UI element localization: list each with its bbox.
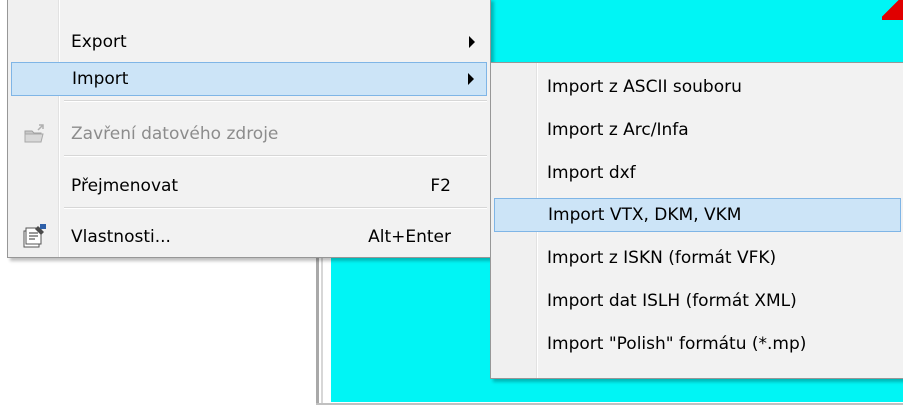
menu-item-properties[interactable]: Vlastnosti... Alt+Enter: [11, 220, 487, 254]
submenu-item-import-vtx-dkm-vkm[interactable]: Import VTX, DKM, VKM: [494, 198, 901, 232]
menu-item-label: Import dxf: [547, 163, 636, 183]
menu-item-label: Zavření datového zdroje: [71, 124, 279, 144]
map-feature-corner: [882, 0, 903, 20]
menu-item-label: Import z ISKN (formát VFK): [547, 248, 777, 268]
submenu-item-import-dxf[interactable]: Import dxf: [494, 156, 901, 190]
menu-item-label: Import "Polish" formátu (*.mp): [547, 334, 807, 354]
menu-item-shortcut: Alt+Enter: [368, 227, 451, 247]
menu-item-shortcut: F2: [430, 176, 451, 196]
submenu-item-import-ascii[interactable]: Import z ASCII souboru: [494, 70, 901, 104]
menu-item-export[interactable]: Export: [11, 25, 487, 59]
menu-item-close-data-source[interactable]: Zavření datového zdroje: [11, 117, 487, 151]
menu-separator: [64, 100, 487, 102]
context-menu: Export Import Zavření datového zdroje Př…: [7, 0, 491, 258]
menu-item-label: Import z ASCII souboru: [547, 77, 742, 97]
submenu-arrow-icon: [469, 36, 475, 48]
menu-item-import[interactable]: Import: [11, 62, 487, 96]
menu-separator: [64, 207, 487, 209]
menu-item-label: Import dat ISLH (formát XML): [547, 291, 797, 311]
menu-item-label: Import VTX, DKM, VKM: [548, 205, 742, 225]
submenu-item-import-islh[interactable]: Import dat ISLH (formát XML): [494, 284, 901, 318]
screen: Export Import Zavření datového zdroje Př…: [0, 0, 903, 405]
menu-separator: [64, 155, 487, 157]
submenu-item-import-iskn[interactable]: Import z ISKN (formát VFK): [494, 241, 901, 275]
menu-item-label: Import: [72, 69, 129, 89]
import-submenu: Import z ASCII souboru Import z Arc/Infa…: [490, 62, 903, 379]
menu-item-label: Import z Arc/Infa: [547, 120, 689, 140]
folder-close-icon: [24, 124, 44, 143]
submenu-arrow-icon: [468, 73, 474, 85]
menu-item-label: Vlastnosti...: [71, 227, 171, 247]
submenu-item-import-arcinfo[interactable]: Import z Arc/Infa: [494, 113, 901, 147]
menu-item-label: Export: [71, 32, 127, 52]
properties-icon: [23, 224, 46, 248]
menu-item-label: Přejmenovat: [71, 176, 179, 196]
submenu-item-import-polish[interactable]: Import "Polish" formátu (*.mp): [494, 327, 901, 361]
menu-item-rename[interactable]: Přejmenovat F2: [11, 169, 487, 203]
